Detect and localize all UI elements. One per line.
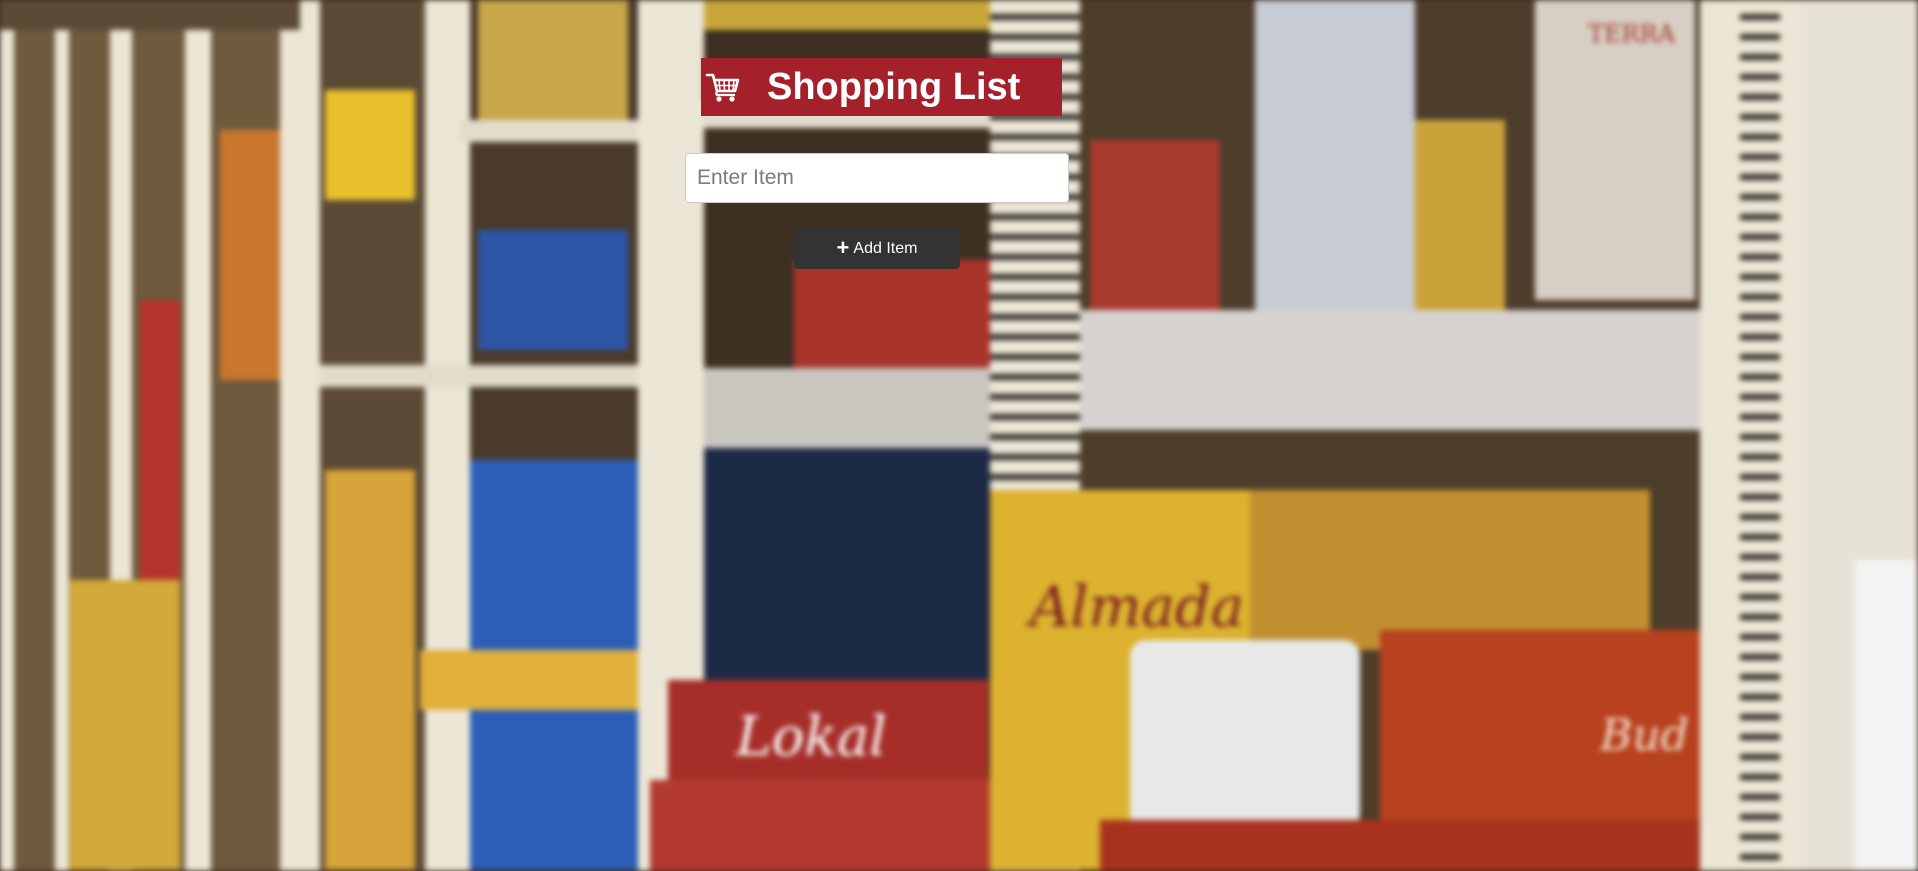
package-label: Lokal xyxy=(736,705,887,768)
add-item-label: Add Item xyxy=(853,239,918,257)
page-title: Shopping List xyxy=(767,65,1021,108)
item-input[interactable] xyxy=(685,153,1069,203)
package-label: Bud xyxy=(1600,710,1689,761)
add-item-button[interactable]: + Add Item xyxy=(794,228,960,269)
warehouse-shelves-image: Almada Lokal Bud TERRA xyxy=(0,0,1918,871)
package-label: Almada xyxy=(1030,575,1245,640)
plus-icon: + xyxy=(836,234,850,260)
page: Almada Lokal Bud TERRA Shopping List + xyxy=(0,0,1918,871)
shopping-cart-icon xyxy=(703,67,743,107)
package-label: TERRA xyxy=(1588,20,1675,48)
app-header: Shopping List xyxy=(701,58,1062,116)
